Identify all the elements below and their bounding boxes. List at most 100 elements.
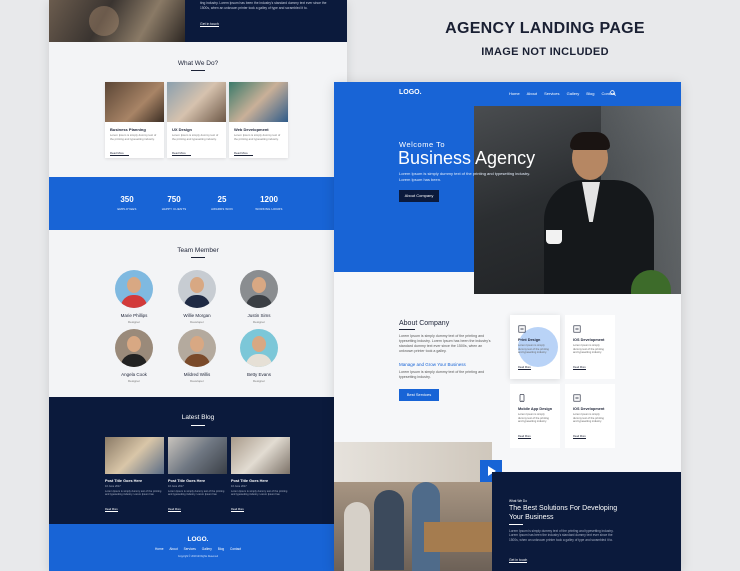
service-read-more[interactable]: Read More xyxy=(573,366,586,370)
footer-nav-contact[interactable]: Contact xyxy=(230,547,241,551)
footer-nav-blog[interactable]: Blog xyxy=(218,547,224,551)
office-photo xyxy=(334,442,492,571)
stat-label: AWARDS WON xyxy=(211,207,233,211)
top-nav: Home About Services Gallery Blog Contact xyxy=(509,91,621,96)
card-desc: Lorem Ipsum is simply dummy text of the … xyxy=(234,133,281,141)
right-mockup: LOGO. Home About Services Gallery Blog C… xyxy=(334,82,681,571)
search-icon[interactable] xyxy=(610,90,616,96)
latest-blog-section: Latest Blog Post Title Goes Here 16 June… xyxy=(49,397,347,524)
ios-icon xyxy=(573,325,581,333)
blog-title: Latest Blog xyxy=(181,414,215,421)
blog-post[interactable]: Post Title Goes Here 16 June 2017 Lorem … xyxy=(231,437,290,515)
footer-copyright: Copyright © 2018 All Rights Reserved xyxy=(177,555,219,558)
team-member[interactable]: Willie Morgan Developer xyxy=(171,270,223,324)
office-photo-desk xyxy=(424,522,492,552)
print-icon xyxy=(518,325,526,333)
solutions-link[interactable]: Get in touch xyxy=(509,558,528,563)
stat-item: 1200 WORKING HOURS xyxy=(244,195,294,211)
footer-nav-gallery[interactable]: Gallery xyxy=(202,547,212,551)
stat-label: HAPPY CLIENTS xyxy=(161,207,187,211)
service-desc: Lorem Ipsum is simply dummy text of the … xyxy=(518,344,549,354)
nav-services[interactable]: Services xyxy=(544,91,559,96)
team-member[interactable]: Betty Evans Designer xyxy=(233,329,285,383)
footer-nav-services[interactable]: Services xyxy=(184,547,196,551)
service-card[interactable]: UX Design Lorem Ipsum is simply dummy te… xyxy=(167,82,226,158)
post-read-more[interactable]: Read More xyxy=(168,508,181,512)
nav-logo[interactable]: LOGO. xyxy=(399,89,422,96)
team-member[interactable]: Angela Cook Designer xyxy=(108,329,160,383)
member-name: Angela Cook xyxy=(121,372,147,377)
left-hero-link[interactable]: Get in touch xyxy=(200,22,219,27)
blog-post[interactable]: Post Title Goes Here 16 June 2017 Lorem … xyxy=(168,437,227,515)
solutions-section: What We Do The Best Solutions For Develo… xyxy=(492,472,681,571)
post-date: 16 June 2017 xyxy=(105,485,121,488)
hero-description: Lorem Ipsum is simply dummy text of the … xyxy=(399,171,531,182)
solutions-title: The Best Solutions For Developing Your B… xyxy=(509,505,618,521)
hero-title: Business Agency xyxy=(398,148,536,168)
post-date: 16 June 2017 xyxy=(231,485,247,488)
nav-about[interactable]: About xyxy=(527,91,537,96)
solutions-paragraph: Lorem Ipsum is simply dummy text of the … xyxy=(509,529,614,542)
post-photo xyxy=(168,437,227,474)
service-box[interactable]: IOS Development Lorem Ipsum is simply du… xyxy=(565,384,615,448)
member-role: Designer xyxy=(252,320,265,324)
team-member[interactable]: Justin Sims Designer xyxy=(233,270,285,324)
footer-logo[interactable]: LOGO. xyxy=(49,536,347,543)
card-photo xyxy=(167,82,226,122)
nav-blog[interactable]: Blog xyxy=(586,91,594,96)
service-card[interactable]: Web Development Lorem Ipsum is simply du… xyxy=(229,82,288,158)
footer-nav-home[interactable]: Home xyxy=(155,547,164,551)
solutions-kicker: What We Do xyxy=(509,499,528,503)
service-desc: Lorem Ipsum is simply dummy text of the … xyxy=(573,413,604,423)
service-title: Print Design xyxy=(518,338,541,342)
solutions-underline xyxy=(509,524,523,525)
member-name: Marie Phillips xyxy=(120,313,148,318)
post-excerpt: Lorem Ipsum is simply dummy text of the … xyxy=(231,490,288,497)
service-read-more[interactable]: Read More xyxy=(518,435,531,439)
member-role: Designer xyxy=(252,379,265,383)
nav-gallery[interactable]: Gallery xyxy=(567,91,580,96)
team-grid: Marie Phillips Designer Willie Morgan De… xyxy=(105,268,341,384)
service-desc: Lorem Ipsum is simply dummy text of the … xyxy=(573,344,604,354)
post-photo xyxy=(105,437,164,474)
member-name: Willie Morgan xyxy=(183,313,211,318)
service-box[interactable]: IOS Development Lorem Ipsum is simply du… xyxy=(565,315,615,379)
card-read-more[interactable]: Read More xyxy=(172,148,191,157)
team-member[interactable]: Mildred Willis Developer xyxy=(171,329,223,383)
card-read-more[interactable]: Read More xyxy=(234,148,253,157)
what-we-do-cards: Business Planning Lorem Ipsum is simply … xyxy=(105,82,341,158)
stats-bar: 350 EMPLOYEES 750 HAPPY CLIENTS 25 AWARD… xyxy=(49,177,347,230)
service-box[interactable]: Print Design Lorem Ipsum is simply dummy… xyxy=(510,315,560,379)
about-underline xyxy=(399,329,415,330)
mobile-icon xyxy=(519,394,525,402)
service-card[interactable]: Business Planning Lorem Ipsum is simply … xyxy=(105,82,164,158)
team-member[interactable]: Marie Phillips Designer xyxy=(108,270,160,324)
member-role: Developer xyxy=(190,379,204,383)
left-hero-text: ting industry. Lorem Ipsum has been the … xyxy=(200,1,327,10)
heading-title: AGENCY LANDING PAGE xyxy=(445,20,645,37)
about-paragraph-2: Lorem Ipsum is simply dummy text of the … xyxy=(399,370,485,379)
footer-nav-about[interactable]: About xyxy=(169,547,177,551)
service-box[interactable]: Mobile App Design Lorem Ipsum is simply … xyxy=(510,384,560,448)
avatar xyxy=(115,270,153,308)
card-read-more[interactable]: Read More xyxy=(110,148,129,157)
office-photo-window xyxy=(334,442,492,482)
card-desc: Lorem Ipsum is simply dummy text of the … xyxy=(172,133,219,141)
avatar xyxy=(115,329,153,367)
best-services-button[interactable]: Best Services xyxy=(399,389,439,401)
about-subtitle: Manage and Grow Your Business xyxy=(399,362,466,367)
blog-underline xyxy=(191,425,205,426)
member-name: Justin Sims xyxy=(247,313,271,318)
post-read-more[interactable]: Read More xyxy=(105,508,118,512)
stat-label: EMPLOYEES xyxy=(117,207,137,211)
footer-nav: Home About Services Gallery Blog Contact xyxy=(49,547,347,551)
service-read-more[interactable]: Read More xyxy=(518,366,531,370)
avatar xyxy=(240,329,278,367)
service-read-more[interactable]: Read More xyxy=(573,435,586,439)
post-read-more[interactable]: Read More xyxy=(231,508,244,512)
ios-icon xyxy=(573,394,581,402)
nav-home[interactable]: Home xyxy=(509,91,520,96)
stat-number: 350 xyxy=(120,195,134,204)
about-company-button[interactable]: About Company xyxy=(399,190,439,202)
blog-post[interactable]: Post Title Goes Here 16 June 2017 Lorem … xyxy=(105,437,164,515)
